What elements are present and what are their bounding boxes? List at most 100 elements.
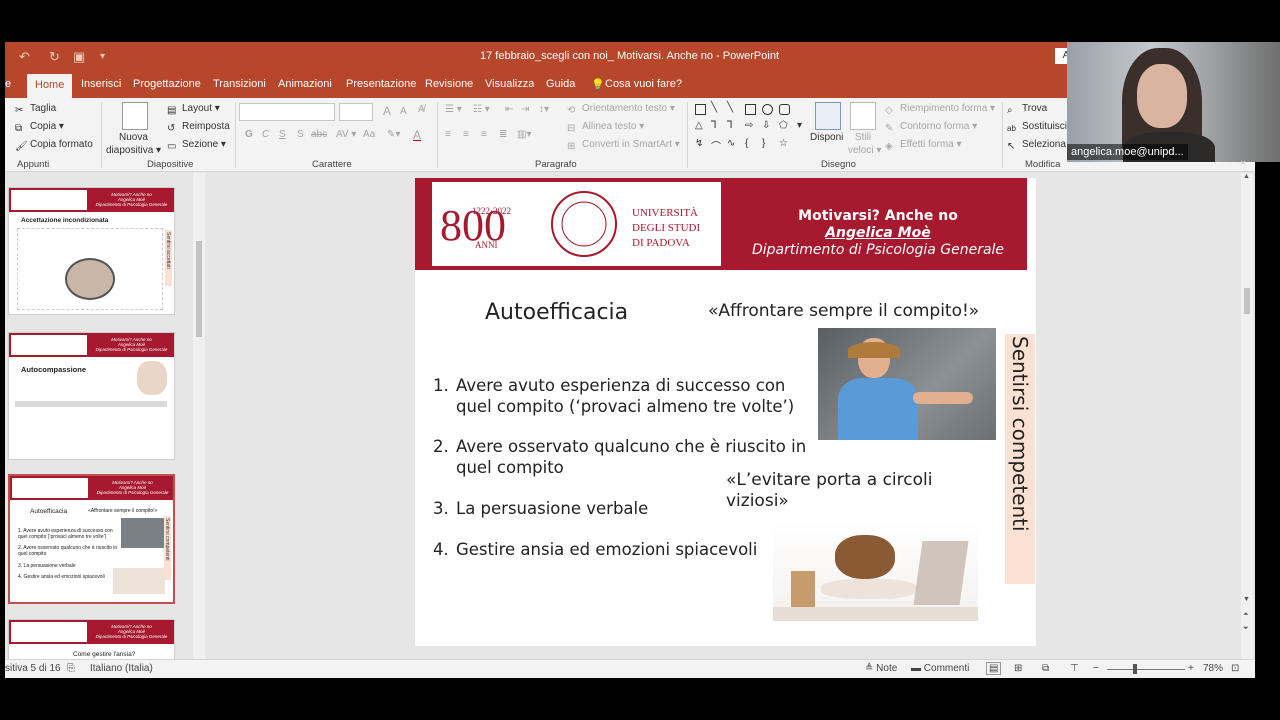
font-name-box[interactable] (239, 103, 335, 121)
next-slide-icon[interactable]: ⏷ (1243, 625, 1249, 633)
arrow-right-shape-icon[interactable]: ⇨ (745, 120, 753, 131)
align-right-icon[interactable]: ≡ (481, 129, 487, 140)
copy-button[interactable]: ⧉ Copia ▾ (15, 121, 64, 135)
char-spacing-icon[interactable]: AV ▾ (336, 129, 356, 140)
slide-thumbnail-selected[interactable]: Motivarsi? Anche no Angelica Moè Diparti… (8, 474, 175, 604)
cut-button[interactable]: ✂ Taglia (15, 103, 56, 117)
thumbnails-scroll-thumb[interactable] (196, 241, 202, 337)
slide-scrollbar[interactable]: ▲ ▼ ⏶ ⏷ (1241, 173, 1253, 659)
star-shape-icon[interactable]: ☆ (779, 138, 788, 149)
tell-me-icon[interactable]: 💡 (591, 78, 605, 91)
zoom-in-icon[interactable]: + (1188, 663, 1194, 674)
present-icon[interactable]: ▣ (73, 49, 85, 65)
underline-button[interactable]: S (279, 129, 286, 140)
spellcheck-icon[interactable]: ⎘ (67, 663, 75, 674)
curve-shape-icon[interactable]: ∿ (727, 138, 735, 149)
shape-fill-button[interactable]: ◇ Riempimento forma ▾ (885, 103, 995, 117)
strikethrough-button[interactable]: abc (311, 129, 327, 140)
line-shape-icon[interactable]: ╲ (727, 102, 733, 113)
tab-design[interactable]: Progettazione (133, 78, 201, 90)
fit-to-window-icon[interactable]: ⊡ (1231, 663, 1239, 674)
shape-outline-button[interactable]: ✎ Contorno forma ▾ (885, 121, 977, 135)
bullets-icon[interactable]: ☰ ▾ (445, 104, 462, 115)
tell-me-search[interactable]: Cosa vuoi fare? (605, 78, 682, 90)
oval-shape-icon[interactable] (762, 104, 773, 115)
arrange-button[interactable]: Disponi (810, 132, 843, 143)
slideshow-view-icon[interactable]: ⊤ (1070, 663, 1079, 674)
textbox-shape-icon[interactable] (695, 104, 706, 115)
zoom-out-icon[interactable]: − (1093, 663, 1099, 674)
rounded-rect-shape-icon[interactable] (779, 104, 790, 115)
slide-thumbnail[interactable]: Motivarsi? Anche no Angelica Moè Diparti… (8, 187, 175, 315)
scroll-down-icon[interactable]: ▼ (1243, 596, 1250, 603)
font-color-button[interactable]: A (413, 128, 421, 142)
select-button[interactable]: ↖ Seleziona (1007, 139, 1066, 153)
zoom-slider-knob[interactable] (1133, 664, 1137, 674)
zoom-slider[interactable] (1107, 669, 1185, 670)
slide-thumbnail[interactable]: Motivarsi? Anche no Angelica Moè Diparti… (8, 619, 175, 659)
columns-icon[interactable]: ▥▾ (517, 129, 531, 140)
reading-view-icon[interactable]: ⧉ (1042, 663, 1049, 674)
tab-help[interactable]: Guida (546, 78, 575, 90)
smartart-button[interactable]: ⊞ Converti in SmartArt ▾ (567, 139, 680, 153)
undo-icon[interactable]: ↶ (19, 49, 30, 65)
scroll-up-icon[interactable]: ▲ (1243, 173, 1250, 180)
new-slide-button-label2[interactable]: diapositiva ▾ (106, 145, 161, 156)
connector-shape-icon[interactable]: ⅂ (727, 120, 733, 131)
zoom-level[interactable]: 78% (1203, 663, 1223, 674)
find-button[interactable]: ⌕ Trova (1007, 103, 1047, 117)
arc-shape-icon[interactable]: ⌒ (711, 138, 721, 153)
pentagon-shape-icon[interactable]: ⬠ (779, 120, 788, 131)
format-painter-button[interactable]: 🖌 Copia formato (15, 139, 93, 153)
rectangle-shape-icon[interactable] (745, 104, 756, 115)
quick-styles-icon[interactable] (850, 102, 876, 130)
align-text-button[interactable]: ⊟ Allinea testo ▾ (567, 121, 644, 135)
tab-view[interactable]: Visualizza (485, 78, 534, 90)
grow-font-button[interactable]: A (383, 104, 391, 118)
change-case-button[interactable]: Aa (363, 129, 375, 140)
numbering-icon[interactable]: ☷ ▾ (473, 104, 490, 115)
tab-slideshow[interactable]: Presentazione (346, 78, 416, 90)
current-slide[interactable]: 800 1222·2022 ANNI UNIVERSITÀ DEGLI STUD… (415, 178, 1036, 646)
freeform-shape-icon[interactable]: ↯ (695, 138, 703, 149)
italic-button[interactable]: C (262, 129, 269, 140)
triangle-shape-icon[interactable]: △ (695, 120, 703, 131)
comments-button[interactable]: ▬ Commenti (911, 663, 969, 674)
line-spacing-icon[interactable]: ↕▾ (539, 104, 549, 115)
tab-review[interactable]: Revisione (425, 78, 473, 90)
bold-button[interactable]: G (245, 129, 253, 140)
close-icon[interactable]: × (1240, 158, 1246, 169)
tab-home[interactable]: Home (27, 74, 73, 98)
align-left-icon[interactable]: ≡ (445, 129, 451, 140)
justify-icon[interactable]: ≣ (499, 129, 507, 140)
notes-button[interactable]: ≜ Note (865, 663, 897, 674)
font-size-box[interactable] (339, 103, 373, 121)
tab-insert[interactable]: Inserisci (81, 78, 121, 90)
shrink-font-button[interactable]: A (400, 106, 407, 117)
brace-left-shape-icon[interactable]: { (745, 138, 748, 149)
new-slide-icon[interactable] (122, 102, 148, 130)
increase-indent-icon[interactable]: ⇥ (521, 104, 529, 115)
new-slide-button[interactable]: Nuova (119, 132, 148, 143)
replace-button[interactable]: ab Sostituisci (1007, 121, 1067, 136)
normal-view-icon[interactable]: ▤ (986, 662, 1002, 675)
section-button[interactable]: ▭ Sezione ▾ (167, 139, 226, 153)
tab-file[interactable]: e (5, 78, 11, 90)
slide-sorter-icon[interactable]: ⊞ (1014, 663, 1022, 674)
shapes-more-icon[interactable]: ▾ (797, 120, 802, 131)
reset-button[interactable]: ↺ Reimposta (167, 121, 230, 135)
decrease-indent-icon[interactable]: ⇤ (505, 104, 513, 115)
thumbnails-scrollbar[interactable] (193, 173, 205, 659)
slide-scroll-thumb[interactable] (1244, 288, 1250, 314)
brace-right-shape-icon[interactable]: } (762, 138, 765, 149)
shadow-button[interactable]: S (297, 129, 304, 140)
clear-format-icon[interactable]: A̸ (418, 104, 425, 115)
arrange-icon[interactable] (815, 102, 841, 130)
tab-animations[interactable]: Animazioni (278, 78, 332, 90)
line-shape-icon[interactable]: ╲ (711, 102, 717, 113)
align-center-icon[interactable]: ≡ (463, 129, 469, 140)
redo-icon[interactable]: ↻ (49, 49, 60, 65)
quick-styles-button-label2[interactable]: veloci ▾ (848, 145, 881, 156)
shape-effects-button[interactable]: ◈ Effetti forma ▾ (885, 139, 962, 153)
text-direction-button[interactable]: ⟲ Orientamento testo ▾ (567, 103, 675, 117)
